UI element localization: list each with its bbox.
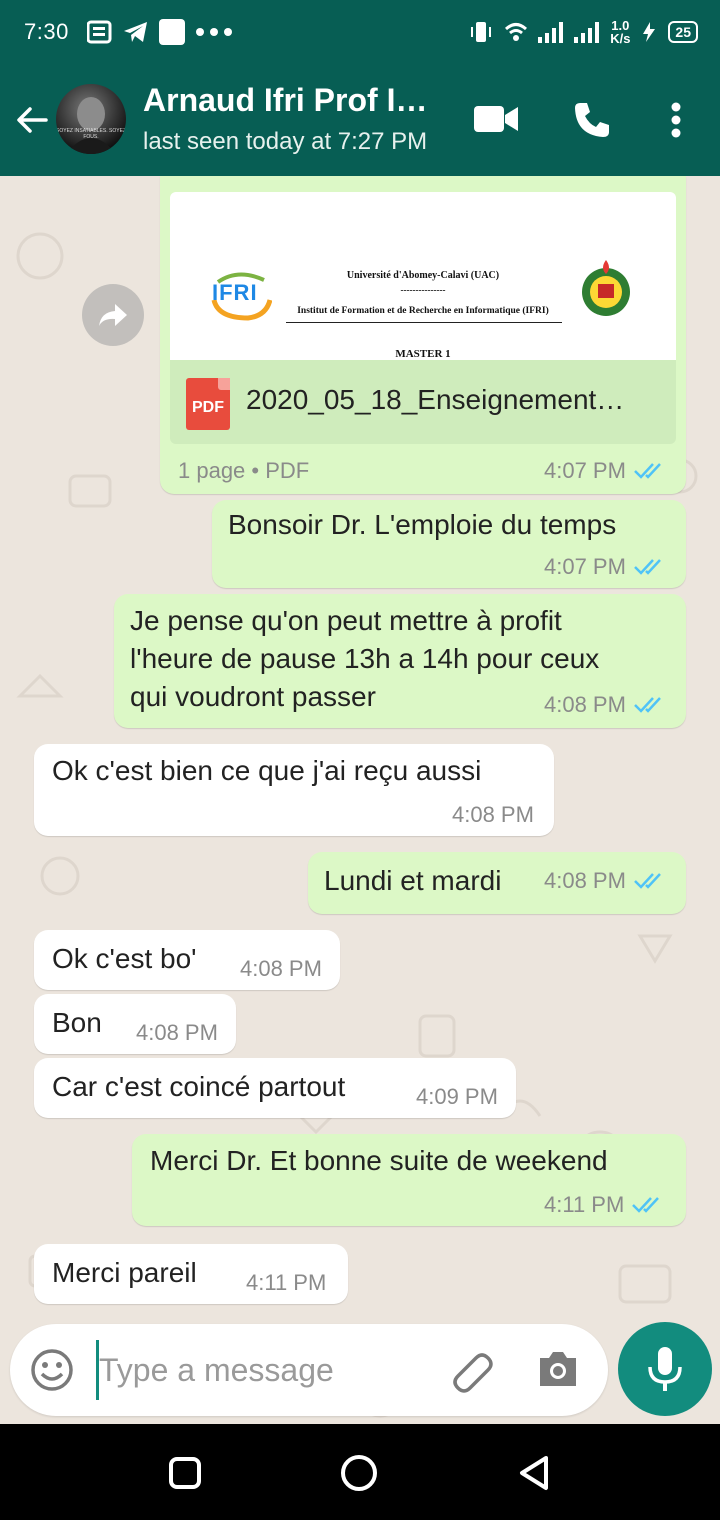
more-options-icon[interactable] bbox=[670, 102, 682, 138]
app-square-icon bbox=[158, 19, 185, 45]
more-notifications-icon bbox=[195, 28, 232, 36]
mic-button[interactable] bbox=[618, 1322, 712, 1416]
message-bubble-incoming[interactable]: Ok c'est bo' 4:08 PM bbox=[34, 930, 340, 990]
composer-bar bbox=[0, 1320, 720, 1424]
message-text: Ok c'est bien ce que j'ai reçu aussi bbox=[52, 755, 482, 786]
message-time: 4:08 PM bbox=[240, 956, 322, 981]
message-meta: 4:11 PM bbox=[246, 1270, 326, 1296]
message-time: 4:11 PM bbox=[544, 1192, 625, 1217]
chat-area[interactable]: IFRI Université d'Abomey-Calavi (UAC) --… bbox=[0, 176, 720, 1424]
news-icon bbox=[86, 20, 112, 44]
message-bubble-incoming[interactable]: Merci pareil 4:11 PM bbox=[34, 1244, 348, 1304]
last-seen-status: last seen today at 7:27 PM bbox=[143, 128, 428, 155]
message-text: Merci Dr. Et bonne suite de weekend bbox=[150, 1145, 608, 1176]
contact-name[interactable]: Arnaud Ifri Prof I… bbox=[143, 82, 427, 119]
message-meta: 4:07 PM bbox=[544, 458, 666, 484]
message-time: 4:09 PM bbox=[416, 1084, 498, 1109]
message-meta: 4:08 PM bbox=[136, 1020, 218, 1046]
read-receipt-icon bbox=[634, 463, 661, 479]
read-receipt-icon bbox=[632, 1197, 660, 1213]
message-bubble-outgoing[interactable]: Lundi et mardi 4:08 PM bbox=[308, 852, 686, 914]
camera-icon[interactable] bbox=[536, 1350, 580, 1388]
telegram-icon bbox=[123, 22, 147, 42]
message-text-line: qui voudront passer bbox=[130, 681, 376, 712]
message-time: 4:08 PM bbox=[544, 692, 626, 717]
message-text-line: l'heure de pause 13h a 14h pour ceux bbox=[130, 643, 600, 674]
message-meta: 4:08 PM bbox=[240, 956, 322, 982]
status-bar: 7:30 1.0 K/s 25 bbox=[0, 0, 720, 64]
message-time: 4:08 PM bbox=[452, 802, 534, 827]
doc-underline bbox=[286, 322, 562, 323]
document-file-row[interactable]: PDF 2020_05_18_Enseignement… bbox=[170, 360, 676, 444]
read-receipt-icon bbox=[634, 873, 661, 889]
message-text: Lundi et mardi bbox=[324, 865, 502, 896]
document-file-name: 2020_05_18_Enseignement… bbox=[246, 384, 625, 415]
uac-emblem bbox=[578, 258, 634, 320]
home-icon[interactable] bbox=[340, 1454, 378, 1492]
message-meta: 4:07 PM bbox=[544, 554, 666, 580]
voice-call-icon[interactable] bbox=[572, 100, 612, 140]
message-bubble-incoming[interactable]: Ok c'est bien ce que j'ai reçu aussi 4:0… bbox=[34, 744, 554, 836]
message-meta: 4:11 PM bbox=[544, 1192, 664, 1218]
attach-icon[interactable] bbox=[448, 1346, 496, 1394]
vibrate-icon bbox=[471, 22, 492, 42]
message-bubble-outgoing[interactable]: Bonsoir Dr. L'emploie du temps 4:07 PM bbox=[212, 500, 686, 588]
message-text-line: Je pense qu'on peut mettre à profit bbox=[130, 605, 562, 636]
avatar-portrait-icon bbox=[66, 97, 116, 154]
signal-icon-2 bbox=[574, 22, 600, 43]
message-text: Merci pareil bbox=[52, 1257, 197, 1288]
document-message[interactable]: IFRI Université d'Abomey-Calavi (UAC) --… bbox=[160, 176, 686, 494]
back-nav-icon[interactable] bbox=[516, 1454, 552, 1492]
message-meta: 4:08 PM bbox=[452, 802, 534, 828]
status-time: 7:30 bbox=[24, 19, 69, 44]
message-bubble-outgoing[interactable]: Je pense qu'on peut mettre à profit l'he… bbox=[114, 594, 686, 728]
signal-icon bbox=[538, 22, 564, 43]
message-time: 4:08 PM bbox=[136, 1020, 218, 1045]
message-input[interactable] bbox=[96, 1340, 436, 1400]
wifi-icon bbox=[505, 23, 528, 41]
message-meta: 4:09 PM bbox=[416, 1084, 498, 1110]
message-time: 4:11 PM bbox=[246, 1270, 327, 1295]
read-receipt-icon bbox=[634, 559, 661, 575]
message-time: 4:07 PM bbox=[544, 554, 626, 579]
message-text: Ok c'est bo' bbox=[52, 943, 197, 974]
message-text: Bon bbox=[52, 1007, 102, 1038]
message-time: 4:08 PM bbox=[544, 868, 626, 893]
avatar-caption: SOYEZ INSATIABLES. SOYEZ FOUS. bbox=[56, 128, 126, 140]
back-arrow-icon[interactable] bbox=[14, 102, 50, 138]
message-time: 4:07 PM bbox=[544, 458, 626, 483]
message-text: Car c'est coincé partout bbox=[52, 1071, 346, 1102]
message-text: Bonsoir Dr. L'emploie du temps bbox=[228, 509, 617, 540]
forward-button[interactable] bbox=[82, 284, 144, 346]
message-meta: 4:08 PM bbox=[544, 692, 666, 718]
message-meta: 4:08 PM bbox=[544, 868, 666, 894]
document-page-info: 1 page • PDF bbox=[178, 458, 310, 483]
message-bubble-incoming[interactable]: Car c'est coincé partout 4:09 PM bbox=[34, 1058, 516, 1118]
uac-emblem-icon bbox=[582, 260, 630, 316]
charging-icon bbox=[643, 22, 656, 42]
composer-pill bbox=[10, 1324, 608, 1416]
system-nav-bar bbox=[0, 1424, 720, 1520]
message-bubble-outgoing[interactable]: Merci Dr. Et bonne suite de weekend 4:11… bbox=[132, 1134, 686, 1226]
document-preview[interactable]: IFRI Université d'Abomey-Calavi (UAC) --… bbox=[170, 192, 676, 360]
avatar[interactable]: SOYEZ INSATIABLES. SOYEZ FOUS. bbox=[56, 84, 126, 154]
emoji-icon[interactable] bbox=[30, 1348, 74, 1392]
battery-level: 25 bbox=[668, 21, 698, 43]
video-call-icon[interactable] bbox=[474, 104, 518, 134]
recents-icon[interactable] bbox=[168, 1456, 202, 1490]
message-bubble-incoming[interactable]: Bon 4:08 PM bbox=[34, 994, 236, 1054]
forward-arrow-icon bbox=[99, 304, 127, 326]
network-speed: 1.0 K/s bbox=[610, 18, 631, 46]
chat-header: SOYEZ INSATIABLES. SOYEZ FOUS. Arnaud If… bbox=[0, 64, 720, 176]
doc-master: MASTER 1 bbox=[395, 348, 451, 360]
microphone-icon bbox=[648, 1347, 682, 1391]
read-receipt-icon bbox=[634, 697, 661, 713]
pdf-file-icon: PDF bbox=[186, 378, 230, 430]
